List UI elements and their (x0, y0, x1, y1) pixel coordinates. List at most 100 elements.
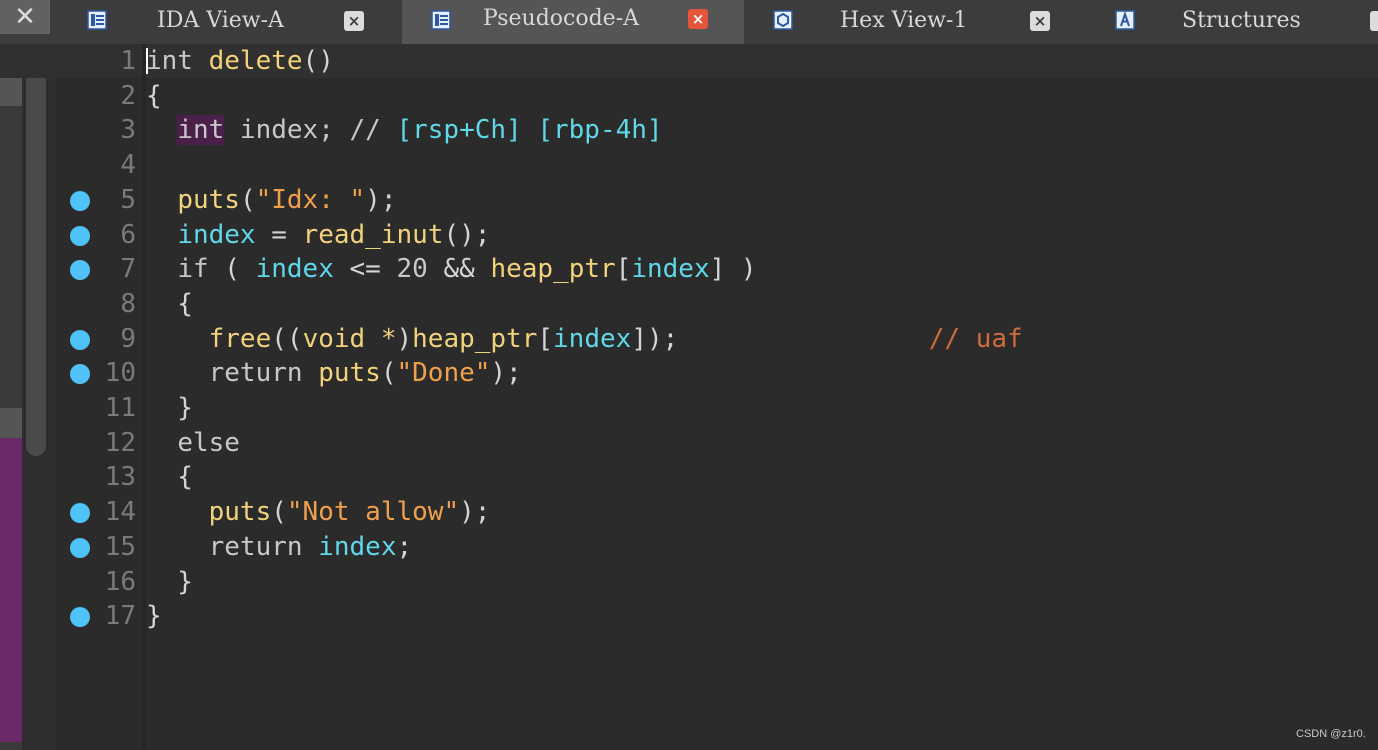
code-line[interactable]: 6 index = read_inut(); (0, 218, 1378, 252)
tab-pseudocode-a[interactable]: Pseudocode-A × (402, 0, 744, 44)
breakpoint-dot-icon[interactable] (70, 503, 90, 524)
breakpoint-dot-icon[interactable] (70, 329, 90, 350)
line-number: 16 (104, 566, 136, 597)
code-text[interactable]: return index; (146, 530, 413, 564)
close-panel-button[interactable]: ✕ (0, 0, 50, 34)
line-number: 13 (104, 462, 136, 493)
breakpoint-dot-icon[interactable] (70, 607, 90, 628)
pseudocode-editor[interactable]: 1 int delete() 2{3 int index; // [rsp+Ch] … (0, 44, 1378, 750)
code-line[interactable]: 1 int delete() (0, 44, 1378, 78)
code-token: } (146, 566, 193, 597)
line-number: 14 (104, 497, 136, 528)
tab-structures[interactable]: Structures (1084, 0, 1378, 44)
watermark-text: CSDN @z1r0. (1296, 728, 1366, 740)
text-cursor (146, 48, 148, 74)
code-line[interactable]: 7 if ( index <= 20 && heap_ptr[index] ) (0, 252, 1378, 286)
code-text[interactable]: { (146, 287, 193, 321)
hex-view-icon (773, 10, 793, 30)
code-token: ( (208, 254, 256, 285)
code-line[interactable]: 2{ (0, 79, 1378, 113)
close-tab-icon[interactable]: × (688, 9, 708, 29)
code-line[interactable]: 10 return puts("Done"); (0, 356, 1378, 390)
code-text[interactable]: else (146, 426, 240, 460)
breakpoint-dot-icon[interactable] (70, 225, 90, 246)
line-number: 11 (104, 393, 136, 423)
code-line[interactable]: 8 { (0, 287, 1378, 321)
code-line[interactable]: 14 puts("Not allow"); (0, 495, 1378, 529)
code-line[interactable]: 12 else (0, 426, 1378, 460)
close-tab-icon[interactable] (1370, 11, 1378, 31)
code-token: index; // (224, 115, 397, 146)
code-token: heap_ptr (412, 323, 538, 354)
tab-hex-view-1[interactable]: Hex View-1 × (744, 0, 1084, 44)
code-token: puts (177, 184, 240, 215)
code-text[interactable]: puts("Idx: "); (146, 183, 396, 217)
code-line[interactable]: 5 puts("Idx: "); (0, 183, 1378, 217)
code-text[interactable]: int delete() (146, 44, 334, 78)
code-token: } (146, 601, 162, 632)
line-number: 3 (120, 115, 136, 146)
breakpoint-dot-icon[interactable] (70, 364, 90, 385)
code-token: return (208, 531, 303, 562)
code-token: if (177, 254, 209, 285)
code-line[interactable]: 13 { (0, 460, 1378, 494)
code-token: "Done" (396, 358, 491, 389)
line-number: 2 (120, 80, 136, 111)
tab-ida-view-a[interactable]: IDA View-A × (60, 0, 402, 44)
code-token: ] ) (709, 254, 757, 285)
code-token: index (631, 254, 710, 285)
code-token: delete (208, 46, 303, 76)
code-text[interactable]: free((void *)heap_ptr[index]); // uaf (146, 322, 1023, 356)
code-token: // uaf (678, 323, 1023, 354)
code-text[interactable]: int index; // [rsp+Ch] [rbp-4h] (146, 113, 663, 147)
breakpoint-dot-icon[interactable] (70, 190, 90, 211)
line-number: 5 (120, 184, 136, 215)
code-token: ; (396, 531, 413, 562)
code-text[interactable]: } (146, 391, 193, 425)
code-text[interactable]: puts("Not allow"); (146, 495, 491, 529)
code-line[interactable]: 15 return index; (0, 530, 1378, 564)
line-number: 8 (120, 288, 136, 319)
close-tab-icon[interactable]: × (344, 11, 364, 31)
code-line[interactable]: 4 (0, 148, 1378, 182)
code-text[interactable]: if ( index <= 20 && heap_ptr[index] ) (146, 252, 757, 286)
breakpoint-dot-icon[interactable] (70, 260, 90, 281)
line-number: 9 (120, 323, 136, 354)
code-line[interactable]: 9 free((void *)heap_ptr[index]); // uaf (0, 322, 1378, 356)
breakpoint-dot-icon[interactable] (70, 537, 90, 558)
close-tab-icon[interactable]: × (1030, 11, 1050, 31)
code-text[interactable]: { (146, 460, 193, 494)
code-line[interactable]: 17} (0, 599, 1378, 633)
line-number: 12 (104, 427, 136, 458)
tab-label: Pseudocode-A (483, 6, 640, 31)
code-line[interactable]: 11 } (0, 391, 1378, 425)
code-token: index (255, 254, 334, 285)
code-line[interactable]: 3 int index; // [rsp+Ch] [rbp-4h] (0, 113, 1378, 147)
code-line[interactable]: 16 } (0, 565, 1378, 599)
tab-label: Hex View-1 (840, 8, 968, 33)
code-token: (); (443, 219, 491, 250)
code-text[interactable]: { (146, 79, 162, 113)
code-token: { (146, 288, 193, 319)
code-text[interactable]: return puts("Done"); (146, 356, 522, 390)
code-text[interactable]: index = read_inut(); (146, 218, 490, 252)
disassembly-view-icon (87, 10, 107, 30)
line-number: 6 (120, 219, 136, 250)
code-token: [ (615, 254, 632, 285)
line-number: 1 (120, 46, 136, 76)
line-number: 17 (104, 601, 136, 632)
code-token: { (146, 462, 193, 493)
code-text[interactable]: } (146, 565, 193, 599)
code-token: () (302, 46, 334, 76)
line-number: 7 (120, 254, 136, 285)
code-token: { (146, 80, 162, 111)
close-icon: ✕ (14, 2, 36, 32)
code-text[interactable]: } (146, 599, 162, 633)
